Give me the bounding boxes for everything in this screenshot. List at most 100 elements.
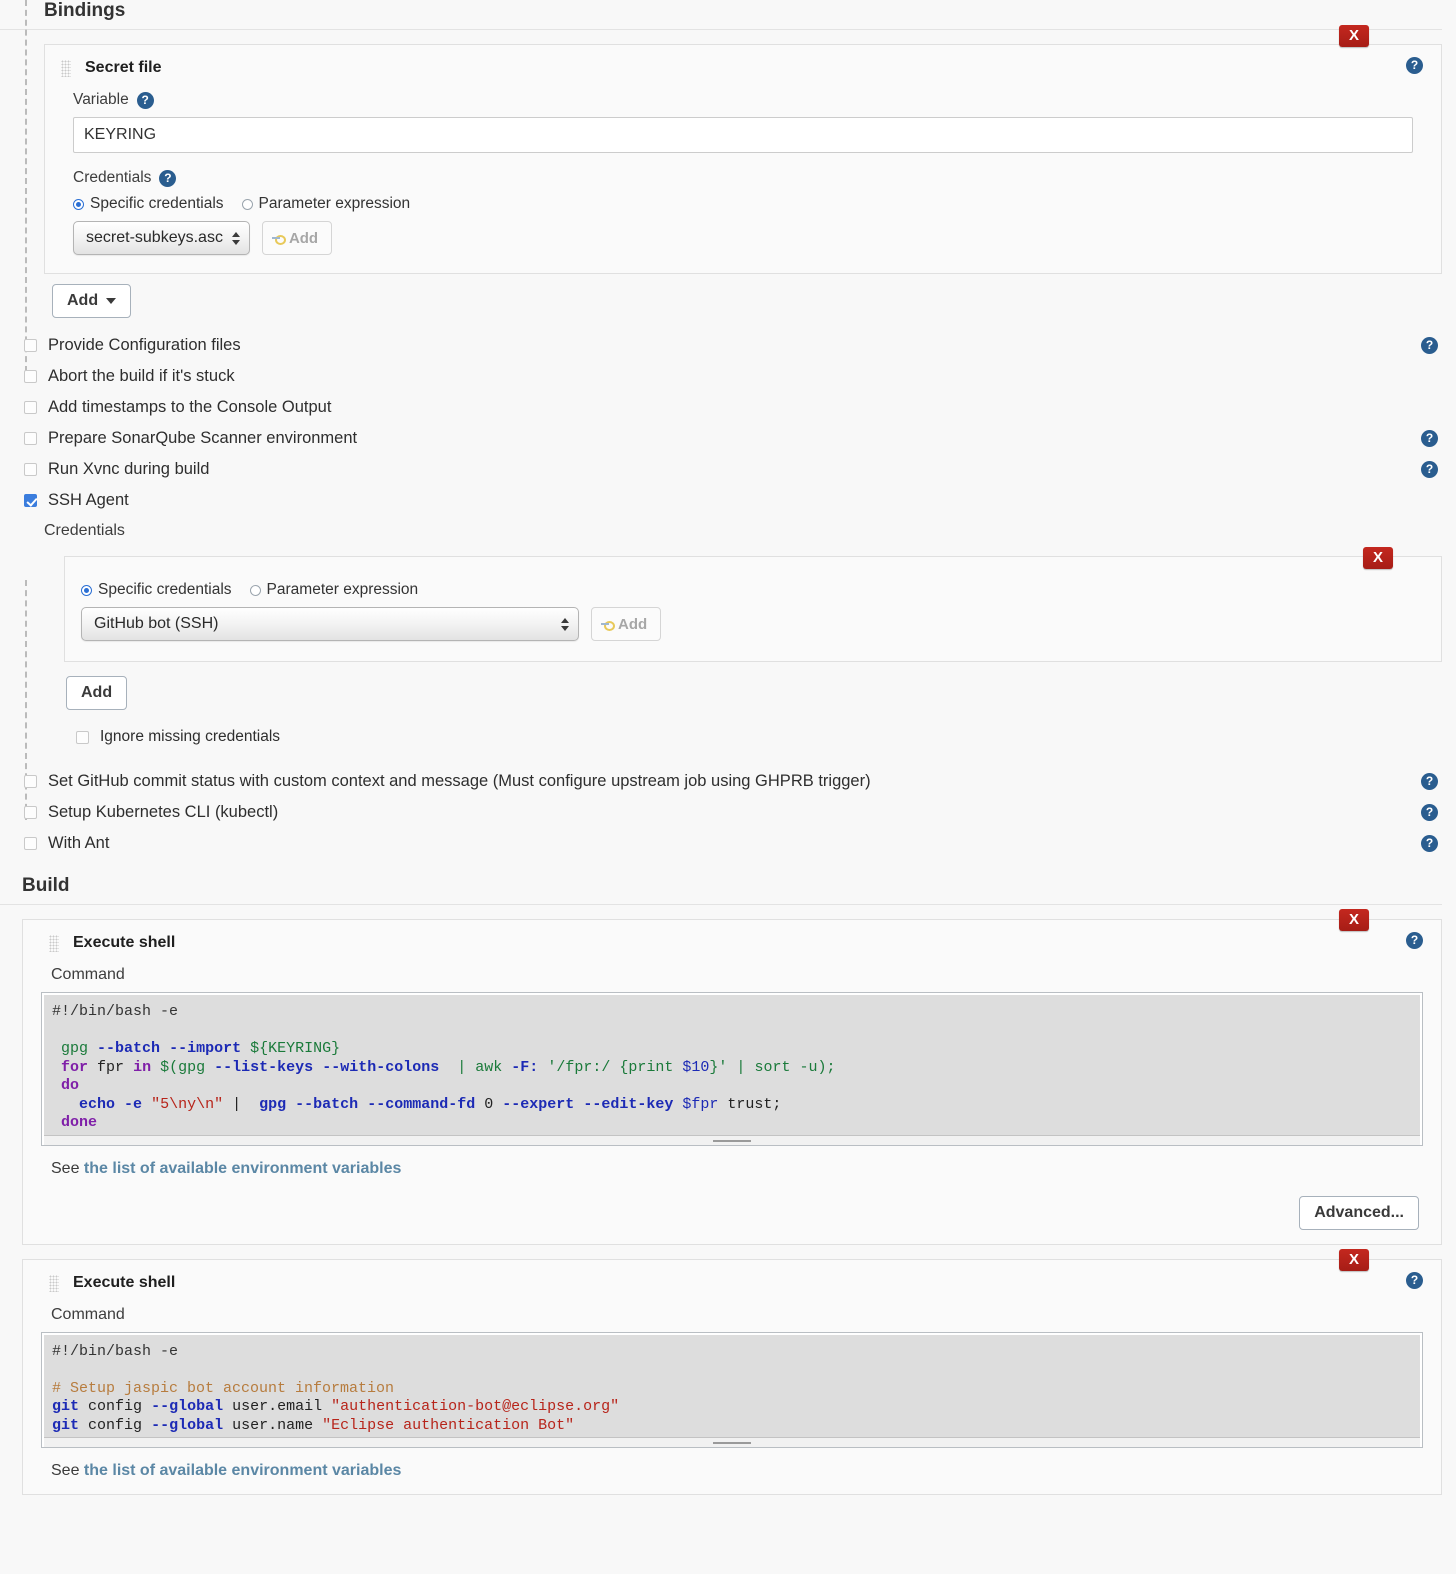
help-icon[interactable]: ?: [1421, 461, 1438, 478]
jenkins-job-config-page: Bindings X ? Secret file Variable ? Cred…: [0, 0, 1456, 1495]
credential-select-row: secret-subkeys.asc Add: [73, 221, 1425, 255]
checkbox[interactable]: [24, 370, 37, 383]
advanced-button[interactable]: Advanced...: [1299, 1196, 1419, 1230]
checkbox-row-with-ant[interactable]: With Ant ?: [0, 828, 1456, 859]
delete-binding-button[interactable]: X: [1339, 25, 1369, 47]
checkbox-row-ignore-missing-credentials[interactable]: Ignore missing credentials: [0, 722, 1456, 752]
ssh-credentials-mode-radio-group: Specific credentials Parameter expressio…: [81, 581, 1425, 599]
bindings-add-label: Add: [67, 292, 98, 310]
checkbox[interactable]: [24, 432, 37, 445]
credentials-label-row: Credentials ?: [73, 169, 1425, 187]
key-icon: [601, 618, 615, 630]
command-editor-wrapper: #!/bin/bash -e gpg --batch --import ${KE…: [41, 992, 1423, 1146]
ssh-add-wrap: Add: [66, 676, 1456, 710]
build-section-heading: Build: [0, 875, 1442, 905]
checkbox-label[interactable]: Abort the build if it's stuck: [48, 367, 235, 386]
checkbox-row-set-github-commit-status[interactable]: Set GitHub commit status with custom con…: [0, 766, 1456, 797]
binding-block-title: Secret file: [61, 59, 1425, 77]
help-icon[interactable]: ?: [1421, 835, 1438, 852]
drag-handle-icon[interactable]: [49, 935, 59, 952]
radio-specific-credentials-label[interactable]: Specific credentials: [90, 195, 224, 213]
help-icon[interactable]: ?: [1421, 430, 1438, 447]
drag-handle-icon[interactable]: [49, 1275, 59, 1292]
add-ssh-credential-button[interactable]: Add: [591, 607, 661, 641]
add-credential-label: Add: [289, 230, 318, 247]
checkbox[interactable]: [24, 806, 37, 819]
ssh-credential-select-row: GitHub bot (SSH) Add: [81, 607, 1425, 641]
delete-build-step-button[interactable]: X: [1339, 1249, 1369, 1271]
bindings-section-heading: Bindings: [0, 0, 1442, 30]
checkbox-row-add-timestamps[interactable]: Add timestamps to the Console Output: [0, 392, 1456, 423]
secret-file-binding-block: X ? Secret file Variable ? Credentials ?…: [44, 44, 1442, 274]
delete-ssh-credential-button[interactable]: X: [1363, 547, 1393, 569]
checkbox[interactable]: [24, 463, 37, 476]
help-icon[interactable]: ?: [159, 170, 176, 187]
checkbox-label[interactable]: Prepare SonarQube Scanner environment: [48, 429, 357, 448]
radio-specific-credentials[interactable]: [81, 585, 92, 596]
environment-checkbox-list: Provide Configuration files ? Abort the …: [0, 330, 1456, 516]
chevron-updown-icon: [232, 229, 241, 247]
checkbox-row-setup-kubernetes-cli[interactable]: Setup Kubernetes CLI (kubectl) ?: [0, 797, 1456, 828]
checkbox[interactable]: [24, 837, 37, 850]
radio-specific-credentials-label[interactable]: Specific credentials: [98, 581, 232, 599]
checkbox[interactable]: [24, 401, 37, 414]
env-vars-link[interactable]: the list of available environment variab…: [84, 1462, 401, 1479]
environment-checkbox-list-2: Set GitHub commit status with custom con…: [0, 766, 1456, 859]
credential-select[interactable]: secret-subkeys.asc: [73, 221, 250, 255]
help-icon[interactable]: ?: [1421, 804, 1438, 821]
ssh-credential-select[interactable]: GitHub bot (SSH): [81, 607, 579, 641]
checkbox-label[interactable]: Set GitHub commit status with custom con…: [48, 772, 871, 791]
add-ssh-credential-label: Add: [618, 616, 647, 633]
ssh-add-button[interactable]: Add: [66, 676, 127, 710]
drag-handle-icon[interactable]: [61, 60, 71, 77]
checkbox-row-abort-build-if-stuck[interactable]: Abort the build if it's stuck: [0, 361, 1456, 392]
credential-select-value: secret-subkeys.asc: [86, 229, 223, 247]
radio-parameter-expression-label[interactable]: Parameter expression: [267, 581, 419, 599]
checkbox-label[interactable]: Add timestamps to the Console Output: [48, 398, 331, 417]
checkbox[interactable]: [24, 775, 37, 788]
env-vars-link[interactable]: the list of available environment variab…: [84, 1160, 401, 1177]
ssh-credential-select-value: GitHub bot (SSH): [94, 615, 218, 633]
build-step-execute-shell-2: X ? Execute shell Command #!/bin/bash -e…: [22, 1259, 1442, 1496]
help-icon[interactable]: ?: [1421, 337, 1438, 354]
chevron-down-icon: [106, 298, 116, 304]
command-textarea[interactable]: #!/bin/bash -e gpg --batch --import ${KE…: [44, 995, 1420, 1135]
checkbox-label[interactable]: Run Xvnc during build: [48, 460, 209, 479]
bindings-add-wrap: Add: [52, 284, 1456, 318]
checkbox-label[interactable]: SSH Agent: [48, 491, 129, 510]
textarea-resize-handle[interactable]: [44, 1135, 1420, 1145]
bindings-add-button[interactable]: Add: [52, 284, 131, 318]
checkbox-label[interactable]: Provide Configuration files: [48, 336, 241, 355]
checkbox[interactable]: [76, 731, 89, 744]
checkbox-label[interactable]: Ignore missing credentials: [100, 728, 280, 746]
checkbox-row-ssh-agent[interactable]: SSH Agent: [0, 485, 1456, 516]
radio-parameter-expression[interactable]: [242, 199, 253, 210]
radio-specific-credentials[interactable]: [73, 199, 84, 210]
checkbox-row-run-xvnc[interactable]: Run Xvnc during build ?: [0, 454, 1456, 485]
checkbox-row-provide-configuration-files[interactable]: Provide Configuration files ?: [0, 330, 1456, 361]
checkbox-row-prepare-sonarqube[interactable]: Prepare SonarQube Scanner environment ?: [0, 423, 1456, 454]
command-label: Command: [23, 1306, 1441, 1326]
credentials-mode-radio-group: Specific credentials Parameter expressio…: [73, 195, 1425, 213]
help-icon[interactable]: ?: [137, 92, 154, 109]
checkbox[interactable]: [24, 494, 37, 507]
help-icon[interactable]: ?: [1421, 773, 1438, 790]
checkbox-label[interactable]: Setup Kubernetes CLI (kubectl): [48, 803, 278, 822]
ssh-credentials-block: X Specific credentials Parameter express…: [64, 556, 1442, 662]
variable-input[interactable]: [73, 117, 1413, 153]
env-vars-hint-prefix: See: [51, 1160, 84, 1177]
command-textarea[interactable]: #!/bin/bash -e # Setup jaspic bot accoun…: [44, 1335, 1420, 1438]
advanced-wrap: Advanced...: [23, 1178, 1441, 1230]
add-credential-button[interactable]: Add: [262, 221, 332, 255]
bindings-guide-rail: [25, 0, 27, 372]
env-vars-hint-1: See the list of available environment va…: [23, 1146, 1441, 1178]
credentials-label: Credentials: [73, 169, 151, 187]
radio-parameter-expression[interactable]: [250, 585, 261, 596]
checkbox[interactable]: [24, 339, 37, 352]
textarea-resize-handle[interactable]: [44, 1437, 1420, 1447]
variable-label-row: Variable ?: [73, 91, 1425, 109]
radio-parameter-expression-label[interactable]: Parameter expression: [259, 195, 411, 213]
delete-build-step-button[interactable]: X: [1339, 909, 1369, 931]
checkbox-label[interactable]: With Ant: [48, 834, 109, 853]
ssh-add-label: Add: [81, 684, 112, 702]
